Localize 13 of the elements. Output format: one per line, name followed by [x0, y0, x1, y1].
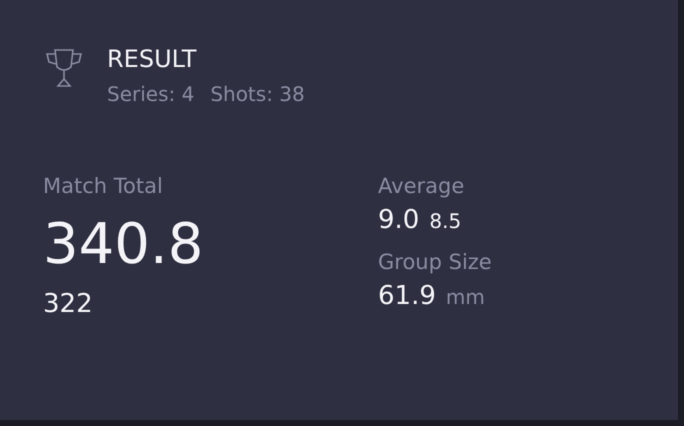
- average-value: 9.0: [378, 204, 420, 237]
- match-total-label: Match Total: [43, 173, 164, 200]
- group-size-label: Group Size: [378, 249, 492, 276]
- result-title: RESULT: [107, 44, 198, 75]
- group-size-value: 61.9: [378, 280, 436, 313]
- match-total-value: 340.8: [43, 211, 204, 279]
- trophy-icon: [43, 47, 85, 89]
- average-integer-value: 8.5: [429, 209, 462, 233]
- group-size-unit: mm: [446, 285, 485, 309]
- match-total-integer: 322: [43, 288, 94, 321]
- shots-count: Shots: 38: [210, 81, 305, 108]
- average-label: Average: [378, 173, 466, 200]
- series-count: Series: 4: [107, 81, 194, 108]
